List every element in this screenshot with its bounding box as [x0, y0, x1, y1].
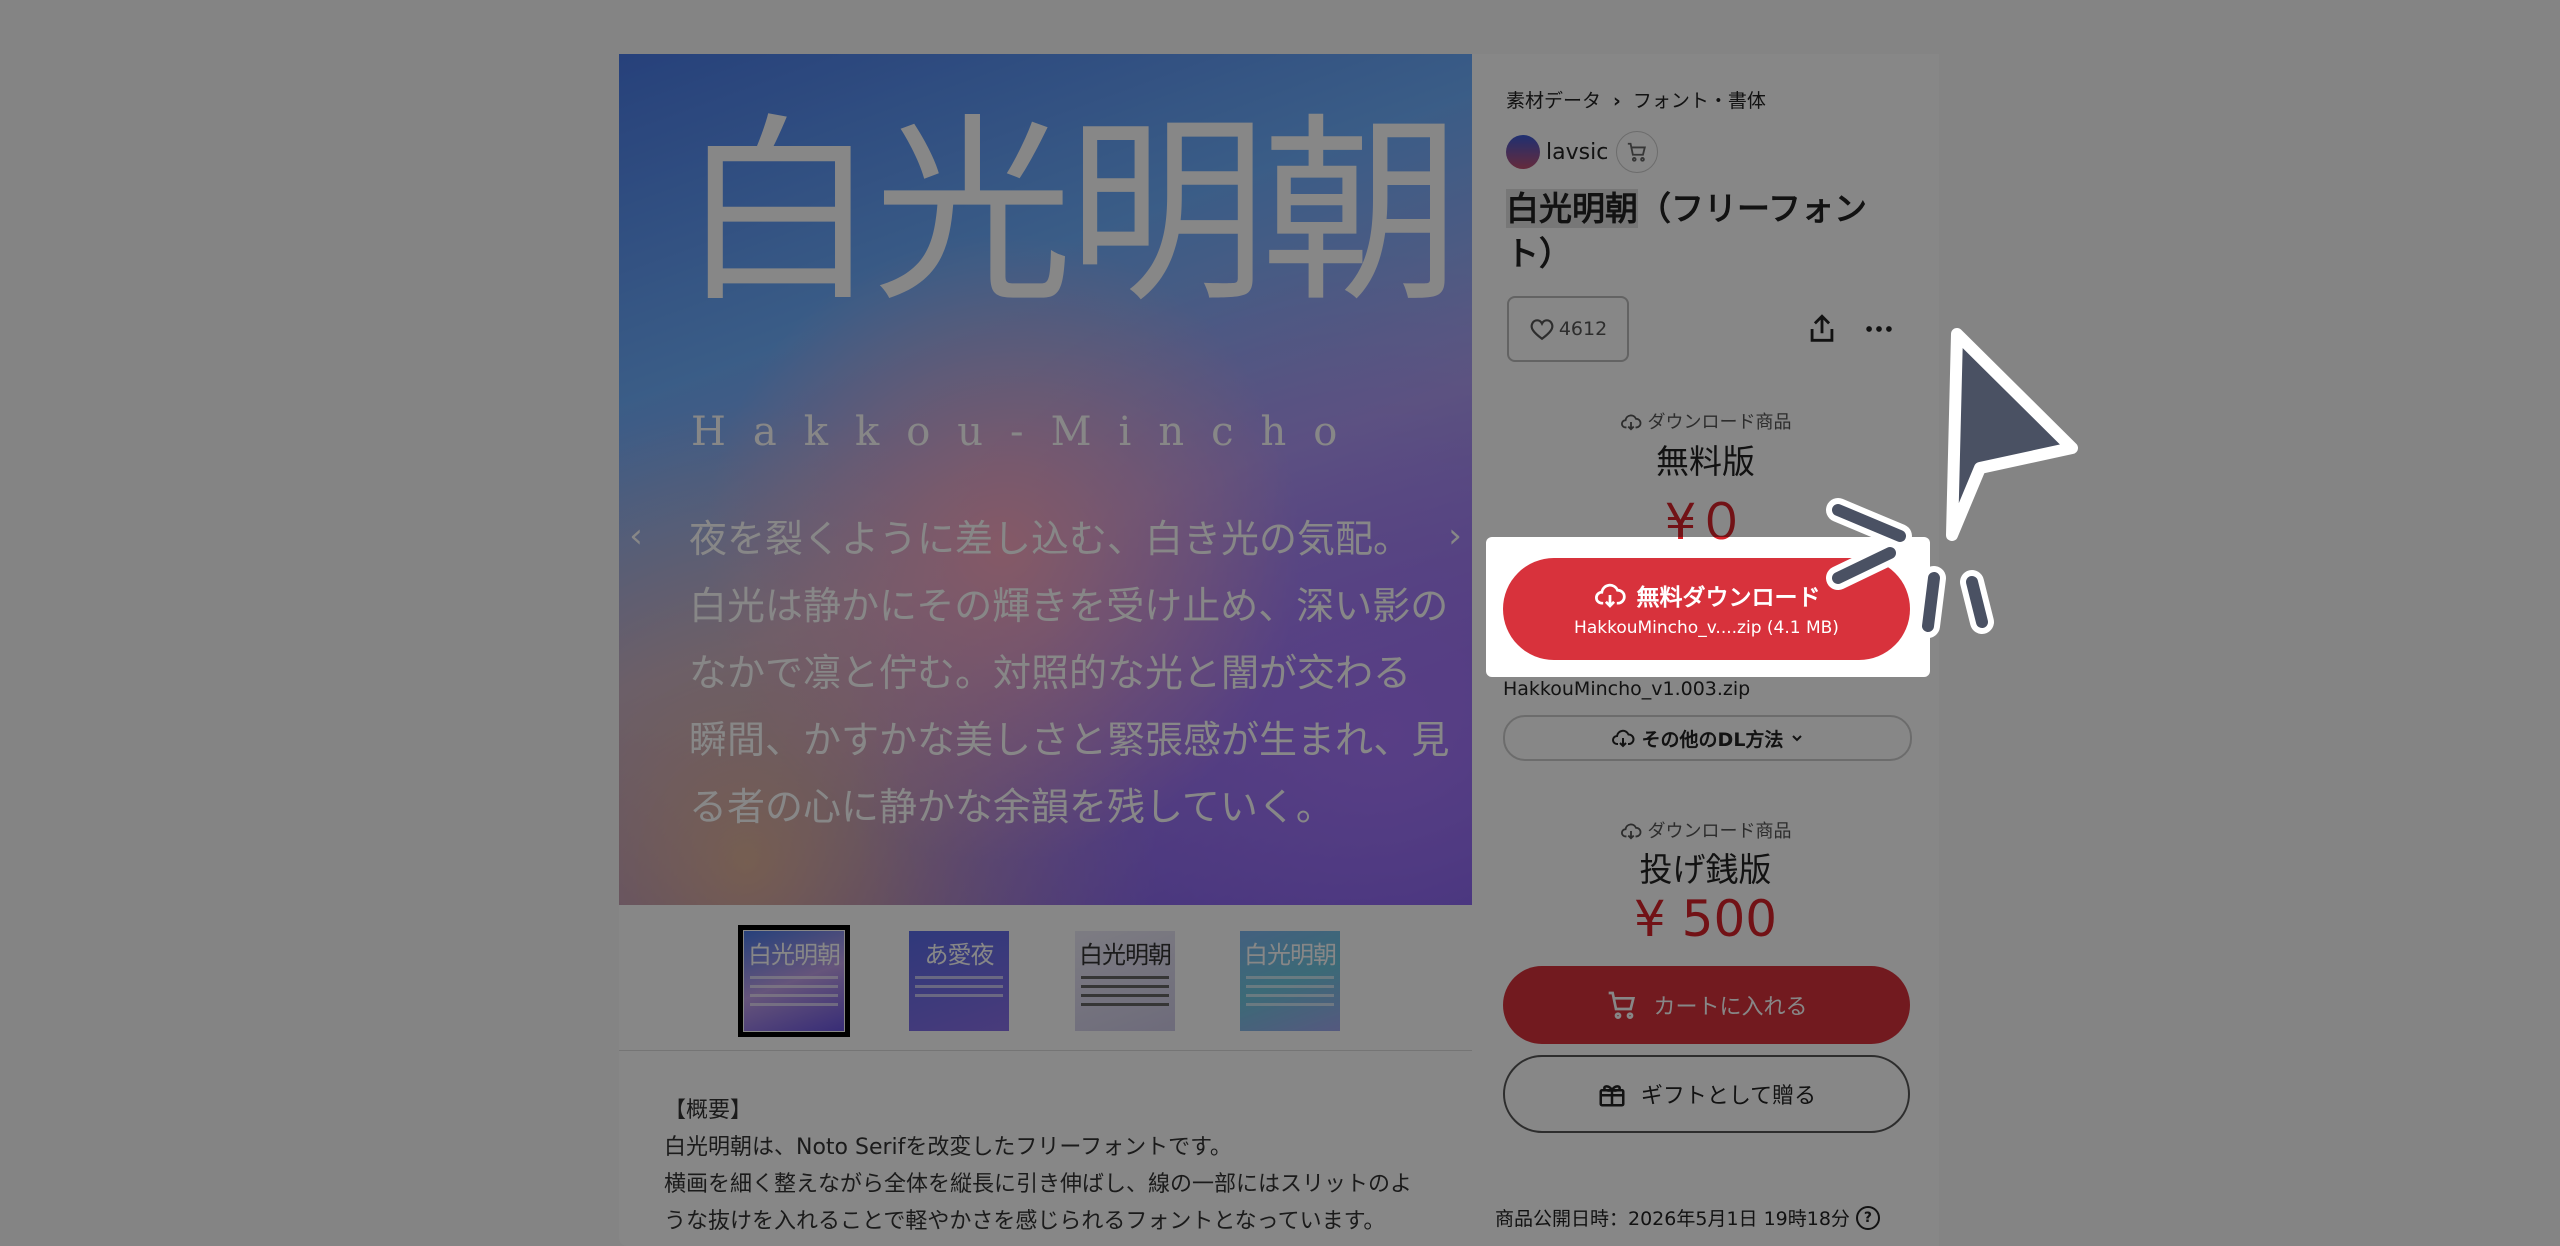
product-title: 白光明朝（フリーフォント） — [1506, 186, 1906, 276]
thumbnail-4-text: 白光明朝 — [1244, 941, 1337, 969]
thumbnail-1-text: 白光明朝 — [748, 941, 841, 969]
shop-cart-icon[interactable] — [1616, 131, 1659, 173]
product-main-image[interactable]: 白光明朝 Hakkou-Mincho 夜を裂くように差し込む、白き光の気配。 白… — [619, 54, 1472, 905]
cloud-download-icon — [1620, 823, 1641, 840]
cloud-download-icon — [1620, 414, 1641, 431]
product-description: 【概要】 白光明朝は、Noto Serifを改変したフリーフォントです。 横画を… — [664, 1092, 1424, 1240]
add-to-cart-button[interactable]: カートに入れる — [1503, 966, 1910, 1044]
heart-icon — [1530, 319, 1554, 341]
like-button[interactable]: 4612 — [1507, 296, 1629, 362]
breadcrumb-separator-icon: › — [1613, 90, 1621, 112]
thumbnail-3[interactable]: 白光明朝 — [1075, 931, 1175, 1031]
click-pointer-icon — [1826, 328, 2078, 638]
description-line: うな抜けを入れることで軽やかさを感じられるフォントとなっています。 — [664, 1209, 1386, 1234]
thumbnail-3-text: 白光明朝 — [1079, 941, 1172, 969]
like-count: 4612 — [1558, 318, 1608, 340]
next-image-arrow-icon[interactable]: › — [1440, 516, 1470, 556]
author-name[interactable]: lavsic — [1546, 140, 1608, 165]
send-as-gift-button[interactable]: ギフトとして贈る — [1503, 1055, 1910, 1133]
breadcrumb-subcategory[interactable]: フォント・書体 — [1633, 90, 1766, 112]
description-line: 横画を細く整えながら全体を縦長に引き伸ばし、線の一部にはスリットのよ — [664, 1172, 1413, 1197]
gift-icon — [1599, 1085, 1625, 1107]
add-to-cart-label: カートに入れる — [1653, 995, 1808, 1020]
thumbnail-4[interactable]: 白光明朝 — [1240, 931, 1340, 1031]
prev-image-arrow-icon[interactable]: ‹ — [621, 516, 651, 556]
thumbnail-2-text: あ愛夜 — [924, 941, 995, 969]
send-as-gift-label: ギフトとして贈る — [1640, 1084, 1817, 1109]
paid-plan-name: 投げ銭版 — [1639, 850, 1772, 889]
chevron-down-icon — [1792, 735, 1803, 742]
cart-icon — [1609, 991, 1636, 1019]
help-icon[interactable]: ? — [1855, 1205, 1880, 1230]
file-name: HakkouMincho_v1.003.zip — [1503, 678, 1751, 700]
description-heading: 【概要】 — [664, 1098, 753, 1123]
breadcrumb-category[interactable]: 素材データ — [1506, 90, 1601, 112]
image-body-line: る者の心に静かな余韻を残していく。 — [689, 785, 1334, 829]
breadcrumb: 素材データ › フォント・書体 — [1506, 86, 1766, 113]
free-download-label: 無料ダウンロード — [1636, 585, 1821, 611]
published-date: 商品公開日時：2026年5月1日 19時18分? — [1495, 1204, 1880, 1231]
author-row: lavsic — [1506, 131, 1659, 173]
image-body-line: 白光は静かにその輝きを受け止め、深い影の — [689, 584, 1449, 628]
other-download-label: その他のDL方法 — [1641, 728, 1784, 751]
cloud-download-icon — [1594, 583, 1626, 608]
free-plan-type-label: ダウンロード商品 — [1647, 412, 1792, 433]
image-body-line: 瞬間、かすかな美しさと緊張感が生まれ、見 — [689, 718, 1450, 762]
image-body-line: なかで凛と佇む。対照的な光と闇が交わる — [689, 651, 1412, 695]
paid-plan-type-label: ダウンロード商品 — [1647, 821, 1792, 842]
image-subtitle: Hakkou-Mincho — [691, 409, 1365, 455]
cloud-download-icon — [1611, 729, 1635, 748]
image-body-text: 夜を裂くように差し込む、白き光の気配。 白光は静かにその輝きを受け止め、深い影の… — [689, 506, 1449, 841]
image-body-line: 夜を裂くように差し込む、白き光の気配。 — [689, 517, 1412, 561]
published-date-text: 商品公開日時：2026年5月1日 19時18分 — [1495, 1208, 1850, 1230]
description-line: 白光明朝は、Noto Serifを改変したフリーフォントです。 — [664, 1135, 1232, 1160]
thumbnail-2[interactable]: あ愛夜 — [909, 931, 1009, 1031]
paid-plan-price: ¥ 500 — [1633, 890, 1778, 948]
avatar[interactable] — [1506, 135, 1540, 169]
image-title: 白光明朝 — [679, 97, 1461, 330]
paid-plan-type: ダウンロード商品 — [1472, 817, 1939, 843]
product-title-highlight: 白光明朝 — [1506, 189, 1638, 228]
thumbnail-1[interactable]: 白光明朝 — [738, 925, 850, 1037]
thumbnail-strip: 白光明朝 あ愛夜 白光明朝 白光明朝 — [619, 905, 1472, 1051]
other-download-methods-button[interactable]: その他のDL方法 — [1503, 715, 1912, 761]
